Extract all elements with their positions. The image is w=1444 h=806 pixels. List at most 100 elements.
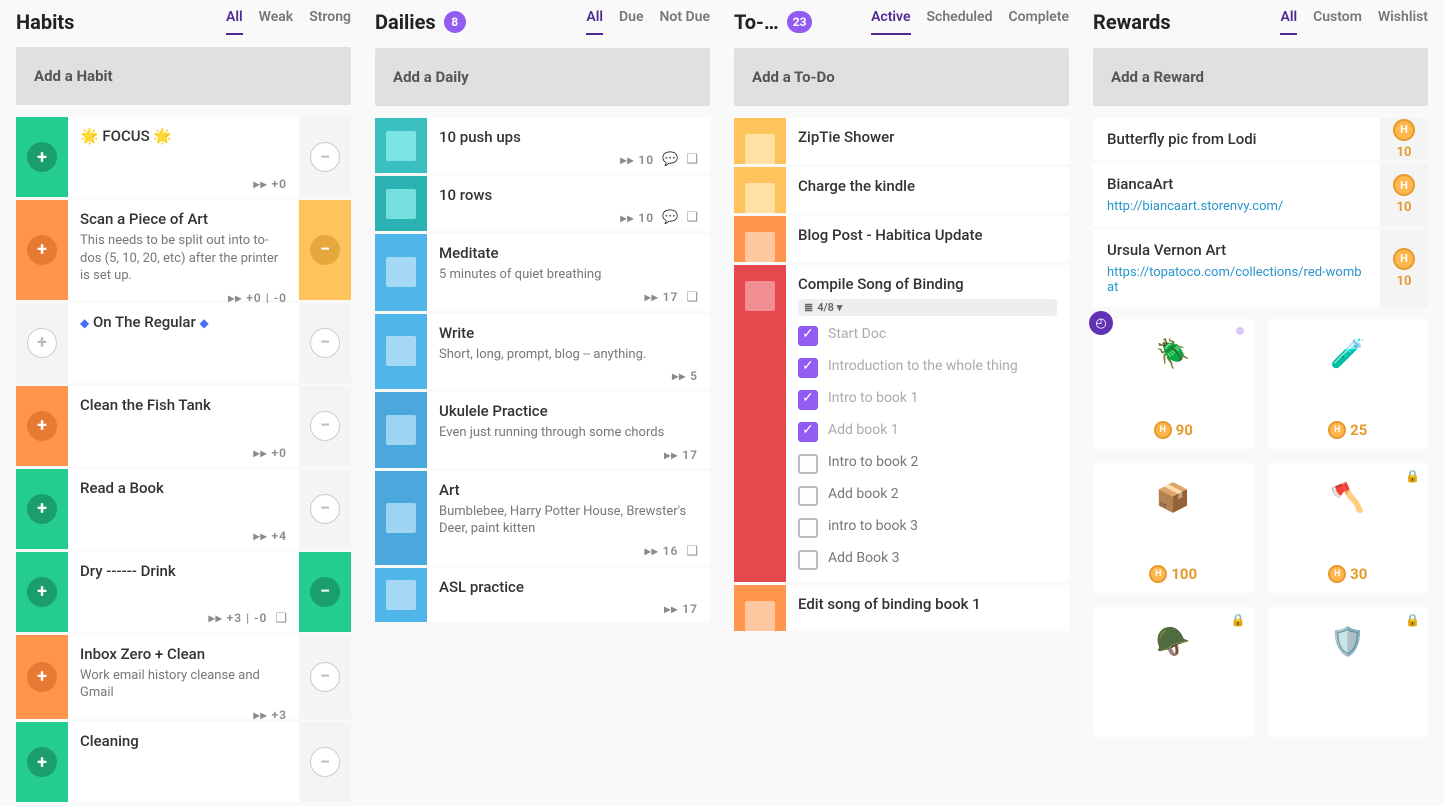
- tag-icon: ❑: [686, 544, 698, 559]
- tab-not-due[interactable]: Not Due: [660, 9, 710, 35]
- tag-icon: ❑: [686, 210, 698, 225]
- checklist-item[interactable]: Intro to book 1: [798, 390, 1057, 410]
- tag-icon: ❑: [275, 611, 287, 626]
- tab-due[interactable]: Due: [619, 9, 643, 35]
- habit-plus-button[interactable]: +: [16, 200, 68, 300]
- checklist-item[interactable]: Add book 2: [798, 486, 1057, 506]
- checklist-toggle[interactable]: ≣ 4/8 ▾: [798, 299, 1057, 316]
- daily-item[interactable]: Ukulele PracticeEven just running throug…: [375, 392, 710, 468]
- daily-checkbox[interactable]: [375, 234, 427, 311]
- daily-footer: ▸▸ 17❑: [439, 290, 698, 305]
- daily-item[interactable]: 10 push ups▸▸ 10💬❑: [375, 118, 710, 173]
- reward-link[interactable]: http://biancaart.storenvy.com/: [1107, 199, 1366, 214]
- daily-checkbox[interactable]: [375, 392, 427, 468]
- tab-all[interactable]: All: [1280, 9, 1297, 35]
- checklist-item[interactable]: Introduction to the whole thing: [798, 358, 1057, 378]
- daily-item[interactable]: 10 rows▸▸ 10💬❑: [375, 176, 710, 231]
- daily-item[interactable]: ASL practice▸▸ 17: [375, 568, 710, 622]
- daily-checkbox[interactable]: [375, 176, 427, 231]
- comment-icon: 💬: [662, 152, 678, 167]
- habit-item[interactable]: +Dry ------ Drink▸▸ +3 | -0❑−: [16, 552, 351, 632]
- habit-minus-button[interactable]: −: [299, 552, 351, 632]
- checklist-checkbox[interactable]: [798, 390, 818, 410]
- daily-title: Art: [439, 481, 698, 499]
- daily-checkbox[interactable]: [375, 314, 427, 390]
- daily-footer: ▸▸ 5: [439, 369, 698, 383]
- reward-buy-button[interactable]: H10: [1380, 229, 1428, 307]
- habit-item[interactable]: +Cleaning−: [16, 722, 351, 802]
- checklist-checkbox[interactable]: [798, 326, 818, 346]
- reward-buy-button[interactable]: H10: [1380, 163, 1428, 226]
- tab-all[interactable]: All: [226, 9, 243, 35]
- checklist-item[interactable]: Add Book 3: [798, 550, 1057, 570]
- checklist-checkbox[interactable]: [798, 358, 818, 378]
- tab-weak[interactable]: Weak: [259, 9, 294, 35]
- tab-strong[interactable]: Strong: [309, 9, 351, 35]
- checklist-item[interactable]: intro to book 3: [798, 518, 1057, 538]
- habit-plus-button[interactable]: +: [16, 552, 68, 632]
- todo-item[interactable]: Blog Post - Habitica Update: [734, 216, 1069, 262]
- daily-item[interactable]: WriteShort, long, prompt, blog -- anythi…: [375, 314, 710, 390]
- habit-minus-button[interactable]: −: [299, 200, 351, 300]
- habit-item[interactable]: +◆ On The Regular ◆−: [16, 303, 351, 383]
- habit-item[interactable]: +Scan a Piece of ArtThis needs to be spl…: [16, 200, 351, 300]
- habit-plus-button[interactable]: +: [16, 722, 68, 802]
- todo-checkbox[interactable]: [734, 118, 786, 164]
- reward-item[interactable]: BiancaArthttp://biancaart.storenvy.com/H…: [1093, 163, 1428, 226]
- shop-item[interactable]: 🔒🛡️: [1268, 607, 1429, 737]
- lock-icon: 🔒: [1405, 613, 1420, 627]
- checklist-item[interactable]: Add book 1: [798, 422, 1057, 442]
- todo-checkbox[interactable]: [734, 265, 786, 582]
- add-daily-input[interactable]: Add a Daily: [375, 48, 710, 106]
- habit-item[interactable]: +Read a Book▸▸ +4−: [16, 469, 351, 549]
- todo-checkbox[interactable]: [734, 167, 786, 213]
- checklist-checkbox[interactable]: [798, 486, 818, 506]
- shop-item[interactable]: 🔒🪓H30: [1268, 463, 1429, 593]
- add-todo-input[interactable]: Add a To-Do: [734, 48, 1069, 106]
- daily-checkbox[interactable]: [375, 118, 427, 173]
- tab-all[interactable]: All: [586, 9, 603, 35]
- habit-plus-button[interactable]: +: [16, 386, 68, 466]
- habit-plus-button[interactable]: +: [16, 469, 68, 549]
- add-habit-input[interactable]: Add a Habit: [16, 47, 351, 105]
- daily-checkbox[interactable]: [375, 568, 427, 622]
- daily-item[interactable]: Meditate5 minutes of quiet breathing▸▸ 1…: [375, 234, 710, 311]
- checklist-item[interactable]: Intro to book 2: [798, 454, 1057, 474]
- habit-plus-button[interactable]: +: [16, 117, 68, 197]
- checklist-checkbox[interactable]: [798, 422, 818, 442]
- daily-checkbox[interactable]: [375, 471, 427, 565]
- add-reward-input[interactable]: Add a Reward: [1093, 48, 1428, 106]
- checklist-checkbox[interactable]: [798, 518, 818, 538]
- todo-item[interactable]: Compile Song of Binding≣ 4/8 ▾Start DocI…: [734, 265, 1069, 582]
- daily-item[interactable]: ArtBumblebee, Harry Potter House, Brewst…: [375, 471, 710, 565]
- todo-checkbox[interactable]: [734, 216, 786, 262]
- habit-item[interactable]: +🌟 FOCUS 🌟▸▸ +0−: [16, 117, 351, 197]
- habit-footer: ▸▸ +0: [80, 177, 287, 191]
- shop-item[interactable]: ◴🪲H90: [1093, 319, 1254, 449]
- reward-item[interactable]: Ursula Vernon Arthttps://topatoco.com/co…: [1093, 229, 1428, 307]
- habit-item[interactable]: +Clean the Fish Tank▸▸ +0−: [16, 386, 351, 466]
- shop-item[interactable]: 🔒🪖: [1093, 607, 1254, 737]
- tab-complete[interactable]: Complete: [1008, 9, 1069, 35]
- reward-link[interactable]: https://topatoco.com/collections/red-wom…: [1107, 265, 1366, 295]
- todo-item[interactable]: Charge the kindle: [734, 167, 1069, 213]
- checklist-checkbox[interactable]: [798, 454, 818, 474]
- todo-item[interactable]: Edit song of binding book 1: [734, 585, 1069, 631]
- habit-item[interactable]: +Inbox Zero + CleanWork email history cl…: [16, 635, 351, 719]
- tab-wishlist[interactable]: Wishlist: [1378, 9, 1428, 35]
- shop-item[interactable]: 📦H100: [1093, 463, 1254, 593]
- habit-plus-button[interactable]: +: [16, 635, 68, 719]
- checklist-checkbox[interactable]: [798, 550, 818, 570]
- todo-item[interactable]: ZipTie Shower: [734, 118, 1069, 164]
- tab-custom[interactable]: Custom: [1313, 9, 1362, 35]
- reward-item[interactable]: Butterfly pic from LodiH10: [1093, 118, 1428, 160]
- habit-minus-button: −: [299, 722, 351, 802]
- checklist-item[interactable]: Start Doc: [798, 326, 1057, 346]
- todo-checkbox[interactable]: [734, 585, 786, 631]
- reward-buy-button[interactable]: H10: [1380, 118, 1428, 160]
- tab-active[interactable]: Active: [871, 9, 910, 35]
- shop-item[interactable]: 🧪H25: [1268, 319, 1429, 449]
- tab-scheduled[interactable]: Scheduled: [927, 9, 993, 35]
- dailies-title: Dailies: [375, 10, 436, 34]
- shop-price: H90: [1154, 421, 1193, 439]
